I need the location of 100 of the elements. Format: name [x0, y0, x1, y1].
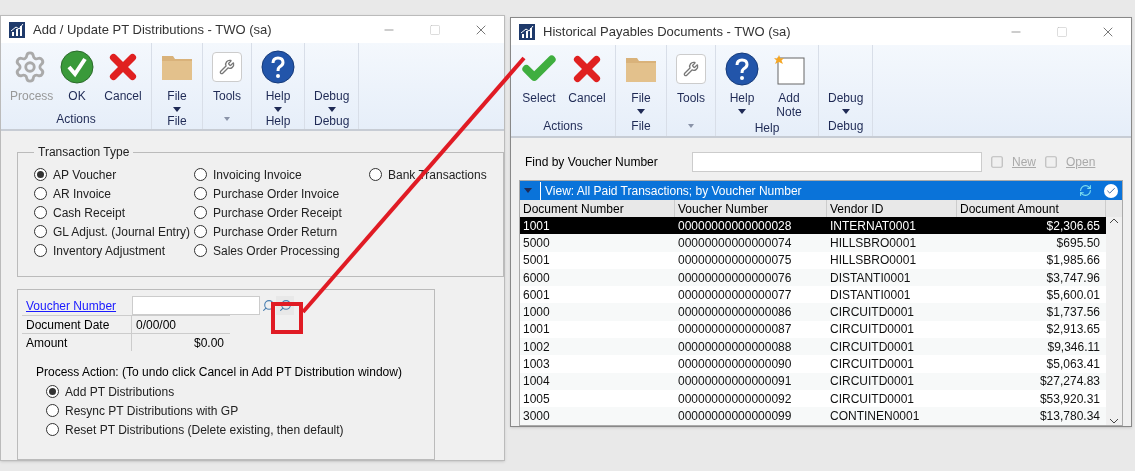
table-cell-text: $2,306.65 [1045, 217, 1101, 235]
radio-button[interactable] [194, 168, 207, 181]
radio-option[interactable]: Invoicing Invoice [194, 165, 369, 184]
folder-icon [161, 53, 193, 81]
document-icon [990, 155, 1004, 169]
highlight-box [271, 302, 303, 334]
radio-option[interactable]: Purchase Order Receipt [194, 203, 369, 222]
dropdown-caret-icon [274, 107, 282, 112]
radio-option[interactable]: Sales Order Processing [194, 241, 369, 260]
find-label: Find by Voucher Number [524, 154, 659, 171]
table-cell-text: $13,780.34 [1038, 407, 1101, 425]
table-cell-text: CIRCUITD0001 [829, 321, 916, 339]
ribbon-button[interactable]: Select [515, 49, 563, 105]
ribbon-button[interactable]: Cancel [99, 47, 147, 103]
ribbon-button[interactable]: OK [55, 47, 99, 103]
radio-option[interactable]: Purchase Order Invoice [194, 184, 369, 203]
table-row[interactable]: 1001 00000000000000028 INTERNAT0001 $2,306.65 [520, 217, 1106, 235]
refresh-icon[interactable] [1079, 184, 1092, 197]
table-cell-text: CIRCUITD0001 [829, 338, 916, 356]
radio-option[interactable]: GL Adjust. (Journal Entry) [34, 222, 194, 241]
table-cell-text: 1001 [522, 321, 551, 339]
ribbon-button[interactable]: Debug [309, 47, 355, 112]
group-options-caret-icon[interactable] [224, 117, 230, 121]
dropdown-caret-icon [327, 107, 336, 112]
table-cell-text: DISTANTI0001 [829, 286, 912, 304]
radio-button[interactable] [194, 225, 207, 238]
table-cell-text: 1003 [522, 356, 551, 374]
table-cell-text: HILLSBRO0001 [829, 234, 918, 252]
voucher-number-link[interactable]: Voucher Number [22, 296, 132, 315]
ribbon-button[interactable]: Tools [671, 49, 711, 105]
view-label[interactable]: View: All Paid Transactions; by Voucher Number [540, 181, 802, 200]
scroll-down-icon[interactable] [1109, 416, 1119, 425]
ribbon-group-label: File [631, 118, 651, 135]
radio-option[interactable]: Resync PT Distributions with GP [46, 401, 430, 420]
table-cell-text: HILLSBRO0001 [829, 252, 918, 270]
radio-button[interactable] [34, 244, 47, 257]
radio-option[interactable]: AR Invoice [34, 184, 194, 203]
gears-icon [13, 50, 47, 84]
radio-option[interactable]: Cash Receipt [34, 203, 194, 222]
ribbon-group-label: Actions [543, 118, 583, 135]
ribbon-button[interactable]: Tools [207, 47, 247, 103]
radio-button[interactable] [194, 244, 207, 257]
radio-button[interactable] [46, 423, 59, 436]
ribbon-group-label: Actions [56, 111, 96, 128]
radio-option[interactable]: Inventory Adjustment [34, 241, 194, 260]
table-row[interactable]: 1002 00000000000000088 CIRCUITD0001 $9,346.11 [520, 338, 1106, 356]
table-cell-text: 00000000000000091 [677, 373, 793, 391]
table-row[interactable]: 3000 00000000000000099 CONTINEN0001 $13,780.34 [520, 407, 1106, 425]
ribbon-group-label: Help [754, 120, 780, 137]
table-cell-text: 1002 [522, 338, 551, 356]
table-cell-text: 00000000000000075 [677, 252, 793, 270]
radio-option[interactable]: AP Voucher [34, 165, 194, 184]
table-cell-text: $5,063.41 [1045, 356, 1101, 374]
table-cell-text: 5001 [522, 252, 551, 270]
radio-option[interactable]: Purchase Order Return [194, 222, 369, 241]
radio-button[interactable] [34, 206, 47, 219]
table-cell-text: 00000000000000087 [677, 321, 793, 339]
group-title: Transaction Type [37, 144, 131, 161]
table-cell-text: $53,920.31 [1038, 390, 1101, 408]
document-icon [1044, 155, 1058, 169]
table-row[interactable]: 1000 00000000000000086 CIRCUITD0001 $1,737.56 [520, 303, 1106, 321]
dropdown-caret-icon [173, 107, 181, 112]
ribbon-button[interactable]: Help [720, 49, 764, 114]
table-cell-text: 6000 [522, 269, 551, 287]
radio-button[interactable] [34, 168, 47, 181]
radio-button[interactable] [34, 187, 47, 200]
radio-button[interactable] [46, 385, 59, 398]
tools-icon [212, 52, 242, 82]
group-options-caret-icon[interactable] [688, 124, 694, 128]
voucher-number-field[interactable] [132, 296, 260, 315]
radio-button[interactable] [34, 225, 47, 238]
radio-button[interactable] [46, 404, 59, 417]
tools-icon [676, 54, 706, 84]
table-cell-text: $5,600.01 [1045, 286, 1101, 304]
view-options-icon[interactable] [1104, 183, 1118, 198]
radio-button[interactable] [194, 206, 207, 219]
ribbon-button[interactable]: Add Note [764, 49, 814, 119]
find-field[interactable] [692, 152, 982, 172]
table-cell-text: 6001 [522, 286, 551, 304]
window-title: Add / Update PT Distributions - TWO (sa) [33, 20, 272, 39]
radio-option[interactable]: Add PT Distributions [46, 382, 430, 401]
ribbon-button[interactable]: File [156, 47, 198, 112]
table-cell-text: $27,274.83 [1038, 373, 1101, 391]
table-row[interactable]: 5000 00000000000000074 HILLSBRO0001 $695.50 [520, 234, 1106, 252]
scroll-up-icon[interactable] [1109, 217, 1119, 225]
ribbon-button[interactable]: Help [256, 47, 300, 112]
radio-option[interactable]: Reset PT Distributions (Delete existing, then default) [46, 420, 430, 439]
ribbon-group-label: File [167, 113, 187, 130]
radio-button[interactable] [194, 187, 207, 200]
help-icon [261, 50, 295, 84]
ribbon-button[interactable]: Debug [823, 49, 869, 114]
ribbon-button[interactable]: Cancel [563, 49, 611, 105]
scrollbar[interactable] [1106, 217, 1122, 425]
ribbon-group-label: Help [265, 113, 291, 130]
radio-button[interactable] [369, 168, 382, 181]
table-cell-text: 00000000000000076 [677, 269, 793, 287]
ribbon-button[interactable]: File [620, 49, 662, 114]
app-logo-icon [519, 23, 535, 40]
table-cell-text: CONTINEN0001 [829, 407, 921, 425]
table-cell-text: 1001 [522, 217, 551, 235]
